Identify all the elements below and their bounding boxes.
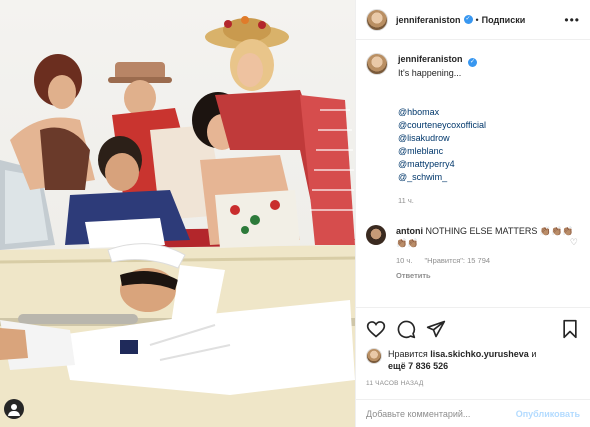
liked-by-suffix: и — [531, 349, 537, 359]
header-username[interactable]: jenniferaniston — [396, 15, 461, 25]
add-comment-bar: Опубликовать — [356, 399, 590, 427]
posted-time[interactable]: 11 ЧАСОВ НАЗАД — [366, 380, 580, 387]
instagram-post: jenniferaniston ✓ • Подписки ••• jennife… — [0, 0, 590, 427]
mention-link[interactable]: @courteneycoxofficial — [398, 119, 486, 132]
mention-list: @hbomax @courteneycoxofficial @lisakudro… — [398, 106, 486, 184]
liked-by: Нравится lisa.skichko.yurusheva и ещё 7 … — [366, 348, 580, 372]
verified-icon: ✓ — [468, 58, 478, 67]
reply-button[interactable]: Ответить — [396, 270, 576, 282]
comment-text: NOTHING ELSE MATTERS 👏🏽👏🏽👏🏽👏🏽👏🏽 — [396, 226, 574, 248]
more-dots-icon[interactable]: ••• — [564, 13, 580, 27]
verified-icon: ✓ — [463, 15, 473, 24]
mention-link[interactable]: @_schwim_ — [398, 171, 486, 184]
post-photo[interactable] — [0, 0, 355, 427]
share-paper-plane-icon[interactable] — [426, 319, 446, 339]
publish-button[interactable]: Опубликовать — [516, 409, 580, 419]
mention-link[interactable]: @lisakudrow — [398, 132, 486, 145]
post-actions: Нравится lisa.skichko.yurusheva и ещё 7 … — [356, 307, 590, 387]
comment-likes[interactable]: "Нравится": 15 794 — [425, 256, 491, 265]
friends-cast-photo — [0, 16, 355, 427]
following-button[interactable]: Подписки — [482, 15, 526, 25]
comments-section[interactable]: jenniferaniston ✓ It's happening... @hbo… — [356, 41, 590, 306]
caption-time[interactable]: 11 ч. — [398, 194, 486, 207]
liked-by-count[interactable]: ещё 7 836 526 — [388, 361, 448, 371]
liked-by-avatar[interactable] — [366, 348, 382, 364]
mention-link[interactable]: @mleblanc — [398, 145, 486, 158]
caption-text: It's happening... — [398, 68, 462, 78]
comment-avatar[interactable] — [366, 225, 386, 245]
comment-time[interactable]: 10 ч. — [396, 256, 412, 265]
comment-username[interactable]: antoni — [396, 226, 423, 236]
post-header: jenniferaniston ✓ • Подписки ••• — [356, 0, 590, 40]
separator-dot: • — [475, 14, 479, 25]
like-heart-icon[interactable] — [366, 319, 386, 339]
mention-link[interactable]: @mattyperry4 — [398, 158, 486, 171]
caption-username[interactable]: jenniferaniston — [398, 54, 463, 64]
save-bookmark-icon[interactable] — [560, 319, 580, 339]
caption-avatar[interactable] — [366, 53, 388, 75]
mention-link[interactable]: @hbomax — [398, 106, 486, 119]
liked-by-prefix: Нравится — [388, 349, 428, 359]
comment-like-heart-icon[interactable]: ♡ — [570, 237, 578, 248]
avatar[interactable] — [366, 8, 388, 31]
comment-input[interactable] — [366, 408, 516, 419]
caption: jenniferaniston ✓ It's happening... @hbo… — [366, 53, 580, 207]
liked-by-user[interactable]: lisa.skichko.yurusheva — [430, 349, 529, 359]
comment-bubble-icon[interactable] — [396, 319, 416, 339]
comment-item: antoni NOTHING ELSE MATTERS 👏🏽👏🏽👏🏽👏🏽👏🏽 1… — [366, 225, 580, 282]
post-sidebar: jenniferaniston ✓ • Подписки ••• jennife… — [355, 0, 590, 427]
user-tag-icon[interactable] — [4, 399, 24, 419]
